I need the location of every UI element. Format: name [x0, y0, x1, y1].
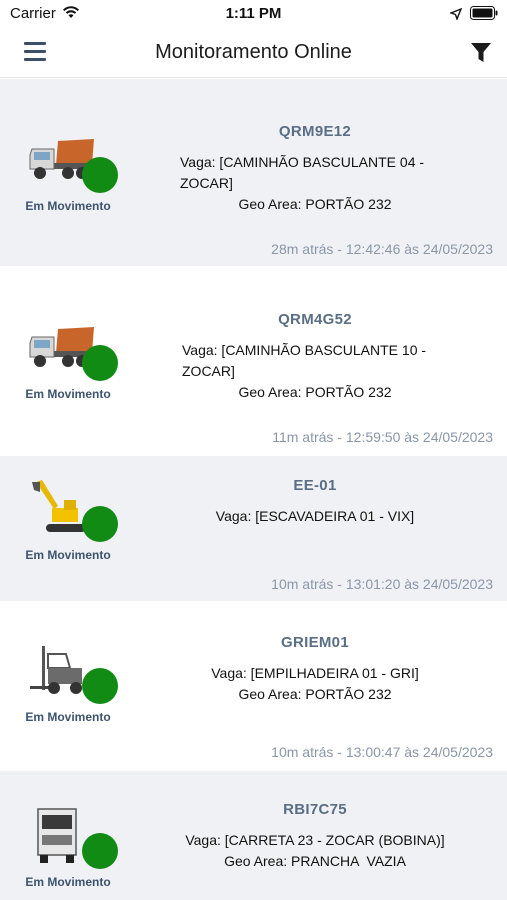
truck-icon	[28, 805, 118, 871]
vaga-line: Vaga: [CAMINHÃO BASCULANTE 10 -	[182, 342, 427, 358]
vehicle-card[interactable]: Em Movimento RBI7C75 Vaga: [CARRETA 23 -…	[0, 771, 507, 900]
vehicle-status: Em Movimento	[20, 129, 118, 213]
vehicle-info: EE-01 Vaga: [ESCAVADEIRA 01 - VIX]	[130, 477, 500, 527]
vehicle-plate: GRIEM01	[281, 634, 349, 651]
geo-area: Geo Area: PORTÃO 232	[238, 686, 392, 702]
vehicle-info: GRIEM01 Vaga: [EMPILHADEIRA 01 - GRI] Ge…	[130, 634, 500, 705]
vehicle-card[interactable]: Em Movimento GRIEM01 Vaga: [EMPILHADEIRA…	[0, 603, 507, 771]
geo-area: Geo Area: PRANCHA VAZIA	[224, 853, 406, 869]
page-title: Monitoramento Online	[155, 41, 352, 63]
geo-area: Geo Area: PORTÃO 232	[238, 196, 392, 212]
vehicle-plate: EE-01	[293, 477, 337, 494]
last-update-time: 10m atrás - 13:00:47 às 24/05/2023	[271, 744, 493, 760]
vaga-line: ZOCAR]	[180, 175, 233, 191]
status-dot	[82, 157, 118, 193]
vehicle-status: Em Movimento	[20, 317, 118, 401]
vehicle-plate: QRM9E12	[278, 123, 352, 140]
dump-truck-icon	[28, 317, 118, 383]
vehicle-status: Em Movimento	[20, 640, 118, 724]
vehicle-card[interactable]: Em Movimento QRM4G52 Vaga: [CAMINHÃO BAS…	[0, 268, 507, 456]
status-dot	[82, 668, 118, 704]
vehicle-info: QRM4G52 Vaga: [CAMINHÃO BASCULANTE 10 - …	[130, 311, 500, 403]
vehicle-plate: QRM4G52	[278, 311, 352, 328]
geo-area: Geo Area: PORTÃO 232	[238, 384, 392, 400]
vaga-text: Vaga: [ESCAVADEIRA 01 - VIX]	[130, 506, 500, 527]
last-update-time: 11m atrás - 12:59:50 às 24/05/2023	[272, 429, 493, 445]
status-dot	[82, 506, 118, 542]
dump-truck-icon	[28, 129, 118, 195]
vaga-line: Vaga: [EMPILHADEIRA 01 - GRI]	[211, 665, 419, 681]
last-update-time: 28m atrás - 12:42:46 às 24/05/2023	[271, 241, 493, 257]
vaga-line: Vaga: [CAMINHÃO BASCULANTE 04 -	[180, 154, 425, 170]
navigation-bar: Monitoramento Online	[0, 28, 507, 78]
battery-icon	[470, 6, 498, 25]
status-dot	[82, 345, 118, 381]
status-label: Em Movimento	[25, 875, 111, 889]
vehicle-card[interactable]: Em Movimento EE-01 Vaga: [ESCAVADEIRA 01…	[0, 456, 507, 603]
status-label: Em Movimento	[25, 199, 111, 213]
vaga-text: Vaga: [CAMINHÃO BASCULANTE 10 - ZOCAR]	[130, 340, 500, 382]
vehicle-list: Em Movimento QRM9E12 Vaga: [CAMINHÃO BAS…	[0, 79, 507, 900]
excavator-icon	[28, 478, 118, 544]
forklift-icon	[28, 640, 118, 706]
vaga-text: Vaga: [CARRETA 23 - ZOCAR (BOBINA)]	[130, 830, 500, 851]
vehicle-status: Em Movimento	[20, 805, 118, 889]
vehicle-info: RBI7C75 Vaga: [CARRETA 23 - ZOCAR (BOBIN…	[130, 801, 500, 872]
status-dot	[82, 833, 118, 869]
vaga-text: Vaga: [CAMINHÃO BASCULANTE 04 - ZOCAR]	[130, 152, 500, 194]
vehicle-status: Em Movimento	[20, 478, 118, 562]
vehicle-info: QRM9E12 Vaga: [CAMINHÃO BASCULANTE 04 - …	[130, 123, 500, 215]
location-arrow-icon	[448, 7, 463, 25]
vaga-line: ZOCAR]	[182, 363, 235, 379]
status-label: Em Movimento	[25, 387, 111, 401]
filter-icon[interactable]	[470, 42, 492, 69]
status-label: Em Movimento	[25, 548, 111, 562]
status-bar: Carrier 1:11 PM	[0, 0, 507, 28]
last-update-time: 10m atrás - 13:01:20 às 24/05/2023	[271, 576, 493, 592]
vehicle-plate: RBI7C75	[283, 801, 347, 818]
vaga-line: Vaga: [CARRETA 23 - ZOCAR (BOBINA)]	[185, 832, 445, 848]
clock: 1:11 PM	[225, 5, 282, 22]
vehicle-card[interactable]: Em Movimento QRM9E12 Vaga: [CAMINHÃO BAS…	[0, 79, 507, 268]
vaga-text: Vaga: [EMPILHADEIRA 01 - GRI]	[130, 663, 500, 684]
status-label: Em Movimento	[25, 710, 111, 724]
vaga-line: Vaga: [ESCAVADEIRA 01 - VIX]	[215, 508, 415, 524]
